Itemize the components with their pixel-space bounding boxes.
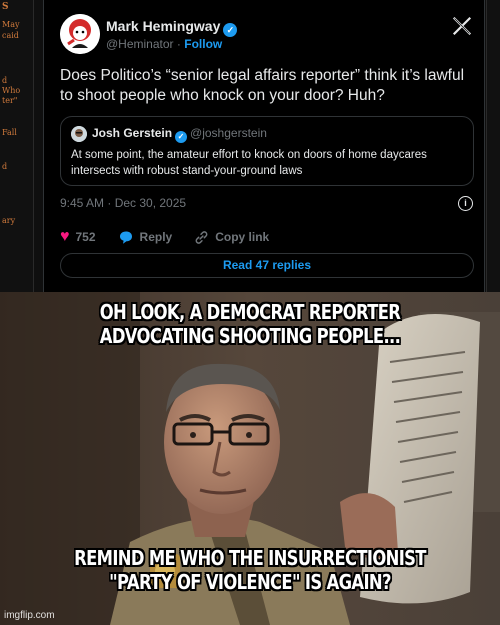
quoted-post[interactable]: Josh Gerstein ✓ @joshgerstein At some poin… <box>60 116 474 186</box>
like-count: 752 <box>75 230 96 244</box>
author-meta: @Heminator · Follow <box>106 37 222 51</box>
post-text: Does Politico’s “senior legal affairs re… <box>60 67 465 104</box>
link-icon <box>195 230 208 244</box>
read-replies-button[interactable]: Read 47 replies <box>60 253 474 278</box>
strip-fragment: ary <box>2 216 16 225</box>
imgflip-watermark: imgflip.com <box>4 610 55 621</box>
strip-fragment: Fall <box>2 128 17 137</box>
like-button[interactable]: ♥ 752 <box>60 229 96 245</box>
quote-author-handle: @joshgerstein <box>190 126 267 140</box>
strip-fragment: May <box>2 20 20 29</box>
quote-author-avatar <box>71 126 87 142</box>
author-name[interactable]: Mark Hemingway ✓ <box>106 18 238 37</box>
quote-text: At some point, the amateur effort to kno… <box>71 149 427 177</box>
reply-label: Reply <box>139 230 173 244</box>
left-sidebar-strip: S May caid d Who ter" Fall d ary <box>0 0 34 292</box>
strip-fragment: caid <box>2 31 19 40</box>
meta-separator: · <box>176 37 181 51</box>
verified-badge-icon: ✓ <box>223 23 238 37</box>
post-timestamp[interactable]: 9:45 AM · Dec 30, 2025 <box>60 196 186 210</box>
heart-icon: ♥ <box>60 228 70 245</box>
strip-fragment: S <box>2 2 9 12</box>
x-logo-icon[interactable] <box>452 16 474 38</box>
author-handle[interactable]: @Heminator <box>106 37 174 51</box>
meme-bottom-caption: REMIND ME WHO THE INSURRECTIONIST "PARTY… <box>74 546 426 594</box>
avatar-cartoon-icon <box>60 14 100 54</box>
strip-fragment: ter" <box>2 96 18 105</box>
reply-bubble-icon <box>119 231 132 244</box>
meme-top-caption: OH LOOK, A DEMOCRAT REPORTER ADVOCATING … <box>99 300 401 348</box>
copy-link-button[interactable]: Copy link <box>194 230 269 245</box>
author-avatar[interactable] <box>60 14 100 54</box>
reply-button[interactable]: Reply <box>118 230 173 245</box>
post-card: Mark Hemingway ✓ @Heminator · Follow Does… <box>43 0 485 292</box>
post-actions: ♥ 752 Reply Copy link <box>60 228 291 246</box>
verified-badge-icon: ✓ <box>175 131 188 143</box>
copy-link-label: Copy link <box>215 230 270 244</box>
strip-fragment: Who <box>2 86 21 95</box>
right-sidebar-strip <box>486 0 500 292</box>
post-screenshot: S May caid d Who ter" Fall d ary Mark He… <box>0 0 500 292</box>
follow-button[interactable]: Follow <box>184 37 222 51</box>
strip-fragment: d <box>2 162 8 171</box>
quote-author: Josh Gerstein ✓ @joshgerstein <box>92 126 267 143</box>
info-icon[interactable]: i <box>458 196 473 211</box>
strip-fragment: d <box>2 76 8 85</box>
